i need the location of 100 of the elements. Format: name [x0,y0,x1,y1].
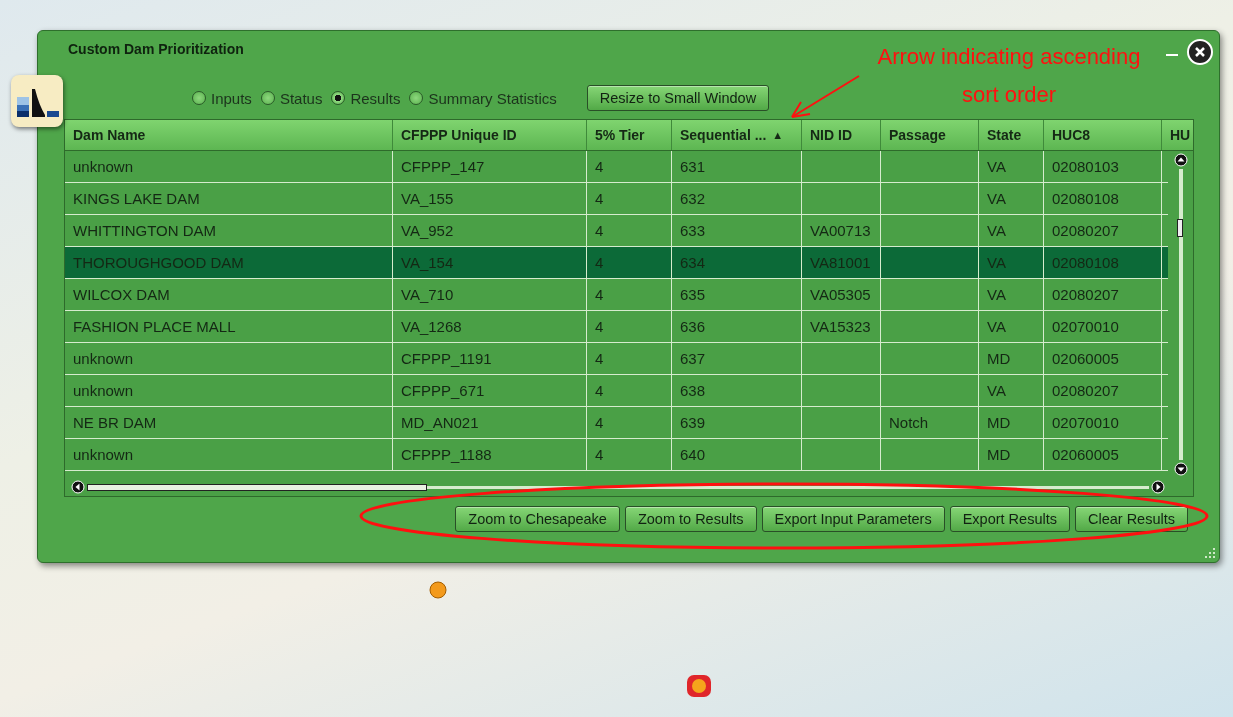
table-cell: VA [987,382,1006,399]
table-cell: 639 [680,414,706,431]
table-cell: VA05305 [810,286,871,303]
table-cell: CFPPP_671 [401,382,485,399]
table-cell: VA_710 [401,286,454,303]
table-cell: VA [987,286,1006,303]
table-cell: 633 [680,222,706,239]
table-cell: 02080103 [1052,158,1119,175]
view-radio[interactable]: Status [260,89,323,107]
table-cell: 02070010 [1052,318,1119,335]
table-cell: MD [987,350,1011,367]
action-button[interactable]: Clear Results [1074,506,1188,532]
table-cell: VA15323 [810,318,871,335]
table-cell: 634 [680,254,706,271]
table-row[interactable]: NE BR DAM MD_AN021 4 639 Notch MD 02070010 [65,407,1169,439]
table-cell: 631 [680,158,706,175]
table-cell: CFPPP_147 [401,158,485,175]
table-cell: 02080207 [1052,382,1119,399]
scroll-thumb[interactable] [87,483,427,491]
table-row[interactable]: KINGS LAKE DAM VA_155 4 632 VA 02080108 [65,183,1169,215]
table-cell: VA [987,254,1006,271]
column-header[interactable]: CFPPP Unique ID [393,120,587,150]
table-cell: VA [987,158,1006,175]
table-cell: 640 [680,446,706,463]
action-button[interactable]: Zoom to Chesapeake [455,506,620,532]
table-cell: 4 [595,222,604,239]
scroll-right-icon[interactable] [1151,480,1165,494]
scroll-up-icon[interactable] [1173,153,1188,167]
column-header[interactable]: Passage [881,120,979,150]
table-cell: VA [987,318,1006,335]
table-cell: WILCOX DAM [73,286,170,303]
table-cell: 637 [680,350,706,367]
table-cell: VA81001 [810,254,871,271]
table-cell: THOROUGHGOOD DAM [73,254,244,271]
view-radio[interactable]: Summary Statistics [409,89,557,107]
table-cell: MD [987,446,1011,463]
table-cell: 02080108 [1052,254,1119,271]
map-marker-icon [429,581,447,599]
table-cell: 02070010 [1052,414,1119,431]
table-cell: unknown [73,446,134,463]
table-cell: 632 [680,190,706,207]
table-cell: 638 [680,382,706,399]
action-button[interactable]: Export Results [949,506,1070,532]
sort-indicator: ▲ [772,129,784,141]
window-title: Custom Dam Prioritization [68,41,244,57]
table-cell: 4 [595,286,604,303]
table-cell: MD_AN021 [401,414,479,431]
table-cell: CFPPP_1188 [401,446,492,463]
table-cell: 4 [595,414,604,431]
column-header[interactable]: HUC8 [1044,120,1162,150]
table-cell: NE BR DAM [73,414,157,431]
table-cell: 4 [595,382,604,399]
table-cell: Notch [889,414,929,431]
table-cell: VA_154 [401,254,454,271]
column-header[interactable]: State [979,120,1044,150]
map-marker-icon [686,674,712,698]
table-cell: 4 [595,190,604,207]
table-cell: 02060005 [1052,350,1119,367]
column-header[interactable]: 5% Tier [587,120,672,150]
table-row[interactable]: unknown CFPPP_671 4 638 VA 02080207 [65,375,1169,407]
annotation-arrow [791,75,860,118]
table-cell: VA [987,190,1006,207]
scroll-left-icon[interactable] [71,480,85,494]
table-row[interactable]: unknown CFPPP_1191 4 637 MD 02060005 [65,343,1169,375]
table-cell: 4 [595,446,604,463]
table-cell: VA_952 [401,222,454,239]
close-icon[interactable] [1187,39,1213,65]
action-button[interactable]: Zoom to Results [624,506,757,532]
table-cell: WHITTINGTON DAM [73,222,217,239]
table-cell: 4 [595,254,604,271]
table-cell: 02060005 [1052,446,1119,463]
table-cell: unknown [73,382,134,399]
chart-logo-icon [11,75,63,127]
scroll-thumb[interactable] [1176,219,1183,237]
table-cell: VA00713 [810,222,871,239]
column-header[interactable]: Sequential ... ▲ [672,120,802,150]
table-cell: 4 [595,158,604,175]
resize-grip-icon[interactable] [1204,547,1216,559]
column-header[interactable]: NID ID [802,120,881,150]
table-cell: 635 [680,286,706,303]
view-radio[interactable]: Inputs [192,89,252,107]
action-button[interactable]: Export Input Parameters [761,506,945,532]
table-cell: 636 [680,318,706,335]
table-cell: FASHION PLACE MALL [73,318,236,335]
table-cell: MD [987,414,1011,431]
table-cell: VA_1268 [401,318,462,335]
column-header[interactable]: HU [1162,120,1193,150]
view-radio[interactable]: Results [331,89,401,107]
resize-button[interactable]: Resize to Small Window [586,85,770,111]
table-row[interactable]: FASHION PLACE MALL VA_1268 4 636 VA15323 VA 02070010 [65,311,1169,343]
table-cell: unknown [73,158,134,175]
table-cell: VA_155 [401,190,454,207]
table-row[interactable]: WILCOX DAM VA_710 4 635 VA05305 VA 02080207 [65,279,1169,311]
table-cell: 02080108 [1052,190,1119,207]
table-cell: KINGS LAKE DAM [73,190,200,207]
column-header[interactable]: Dam Name [65,120,393,150]
table-cell: unknown [73,350,134,367]
annotation-text: Arrow indicating ascending sort order [876,43,1142,109]
table-cell: 02080207 [1052,286,1119,303]
scroll-down-icon[interactable] [1173,462,1188,476]
